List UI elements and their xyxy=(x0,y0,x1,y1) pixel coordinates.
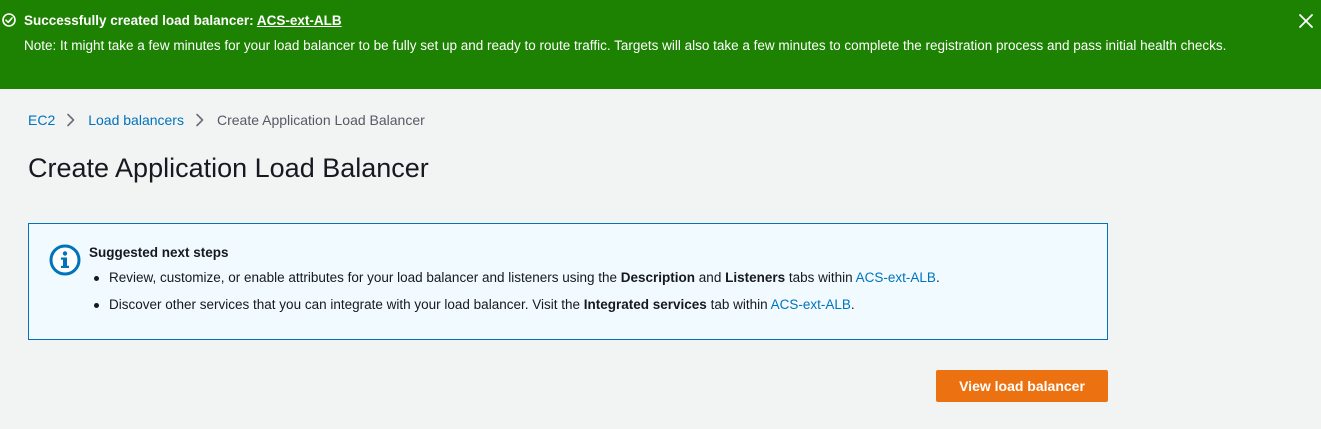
chevron-right-icon xyxy=(196,113,204,127)
integrated-services-tab-label: Integrated services xyxy=(583,297,707,312)
list-item-text: Review, customize, or enable attributes … xyxy=(109,270,621,285)
list-item: Discover other services that you can int… xyxy=(91,296,940,314)
list-item-text: tabs within xyxy=(785,270,856,285)
banner-title: Successfully created load balancer: ACS-… xyxy=(24,12,342,30)
banner-title-text: Successfully created load balancer: xyxy=(24,13,257,28)
breadcrumb-ec2[interactable]: EC2 xyxy=(28,111,55,129)
view-load-balancer-button[interactable]: View load balancer xyxy=(936,370,1108,402)
info-box-heading: Suggested next steps xyxy=(89,245,229,260)
breadcrumb-current: Create Application Load Balancer xyxy=(216,112,425,128)
page-title: Create Application Load Balancer xyxy=(28,153,429,183)
listeners-tab-label: Listeners xyxy=(725,270,786,285)
close-icon[interactable] xyxy=(1297,12,1315,30)
next-steps-list: Review, customize, or enable attributes … xyxy=(91,269,940,323)
breadcrumb-load-balancers[interactable]: Load balancers xyxy=(88,111,184,129)
list-item-text: . xyxy=(850,297,855,312)
description-tab-label: Description xyxy=(620,270,696,285)
list-item-text: . xyxy=(935,270,940,285)
list-item-text: and xyxy=(695,270,726,285)
banner-note: Note: It might take a few minutes for yo… xyxy=(24,38,1227,53)
list-item: Review, customize, or enable attributes … xyxy=(91,269,940,287)
breadcrumb: EC2 Load balancers Create Application Lo… xyxy=(28,111,425,129)
success-flash-banner: Successfully created load balancer: ACS-… xyxy=(0,0,1321,89)
list-item-text: Discover other services that you can int… xyxy=(109,297,584,312)
load-balancer-link[interactable]: ACS-ext-ALB xyxy=(856,270,936,285)
load-balancer-link[interactable]: ACS-ext-ALB xyxy=(257,13,342,28)
suggested-next-steps-box: Suggested next steps Review, customize, … xyxy=(28,223,1108,340)
load-balancer-link[interactable]: ACS-ext-ALB xyxy=(771,297,851,312)
check-circle-icon xyxy=(2,13,16,27)
info-icon xyxy=(49,244,81,276)
chevron-right-icon xyxy=(67,113,75,127)
list-item-text: tab within xyxy=(706,297,771,312)
